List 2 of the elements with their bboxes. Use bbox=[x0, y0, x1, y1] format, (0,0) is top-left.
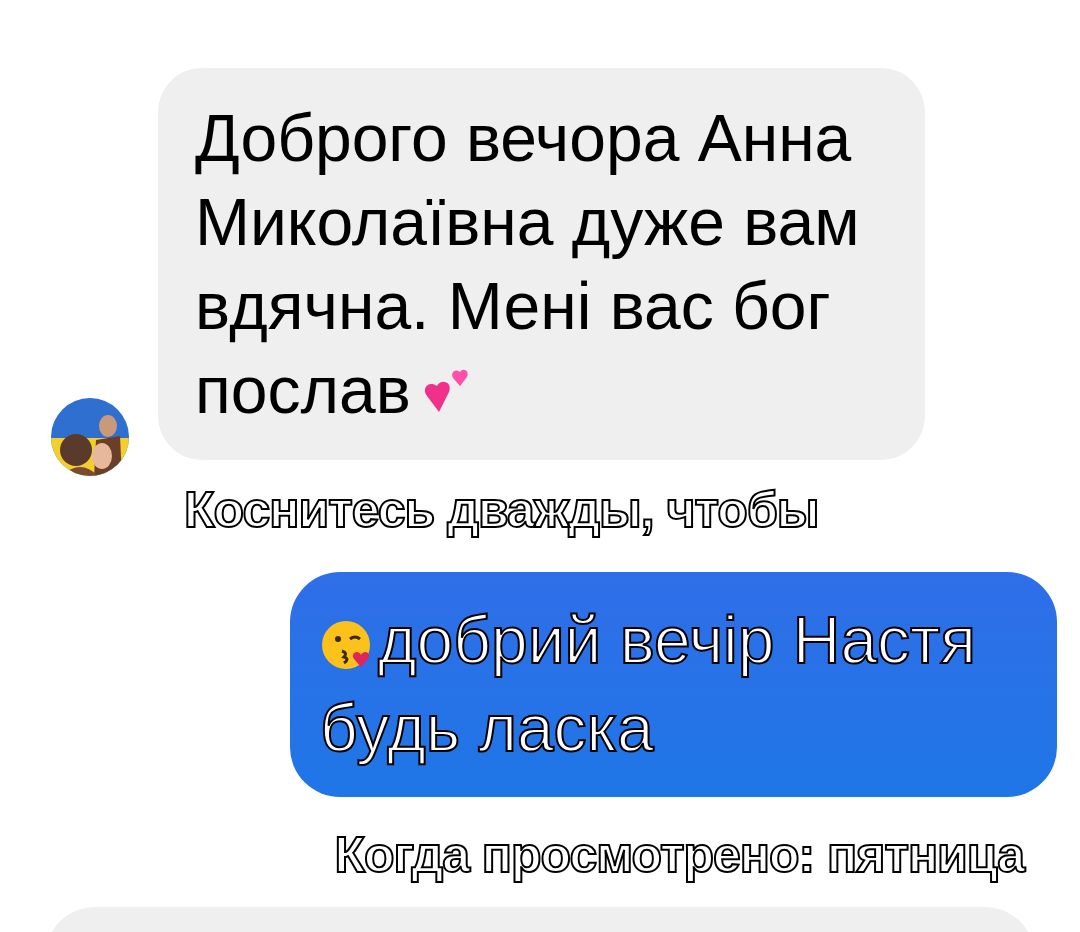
message-bubble: добрий вечір Настя будь ласка bbox=[290, 572, 1057, 797]
message-bubble: Доброго вечора Анна Миколаївна дуже вам вдячна. Мені вас бог послав bbox=[158, 68, 925, 460]
